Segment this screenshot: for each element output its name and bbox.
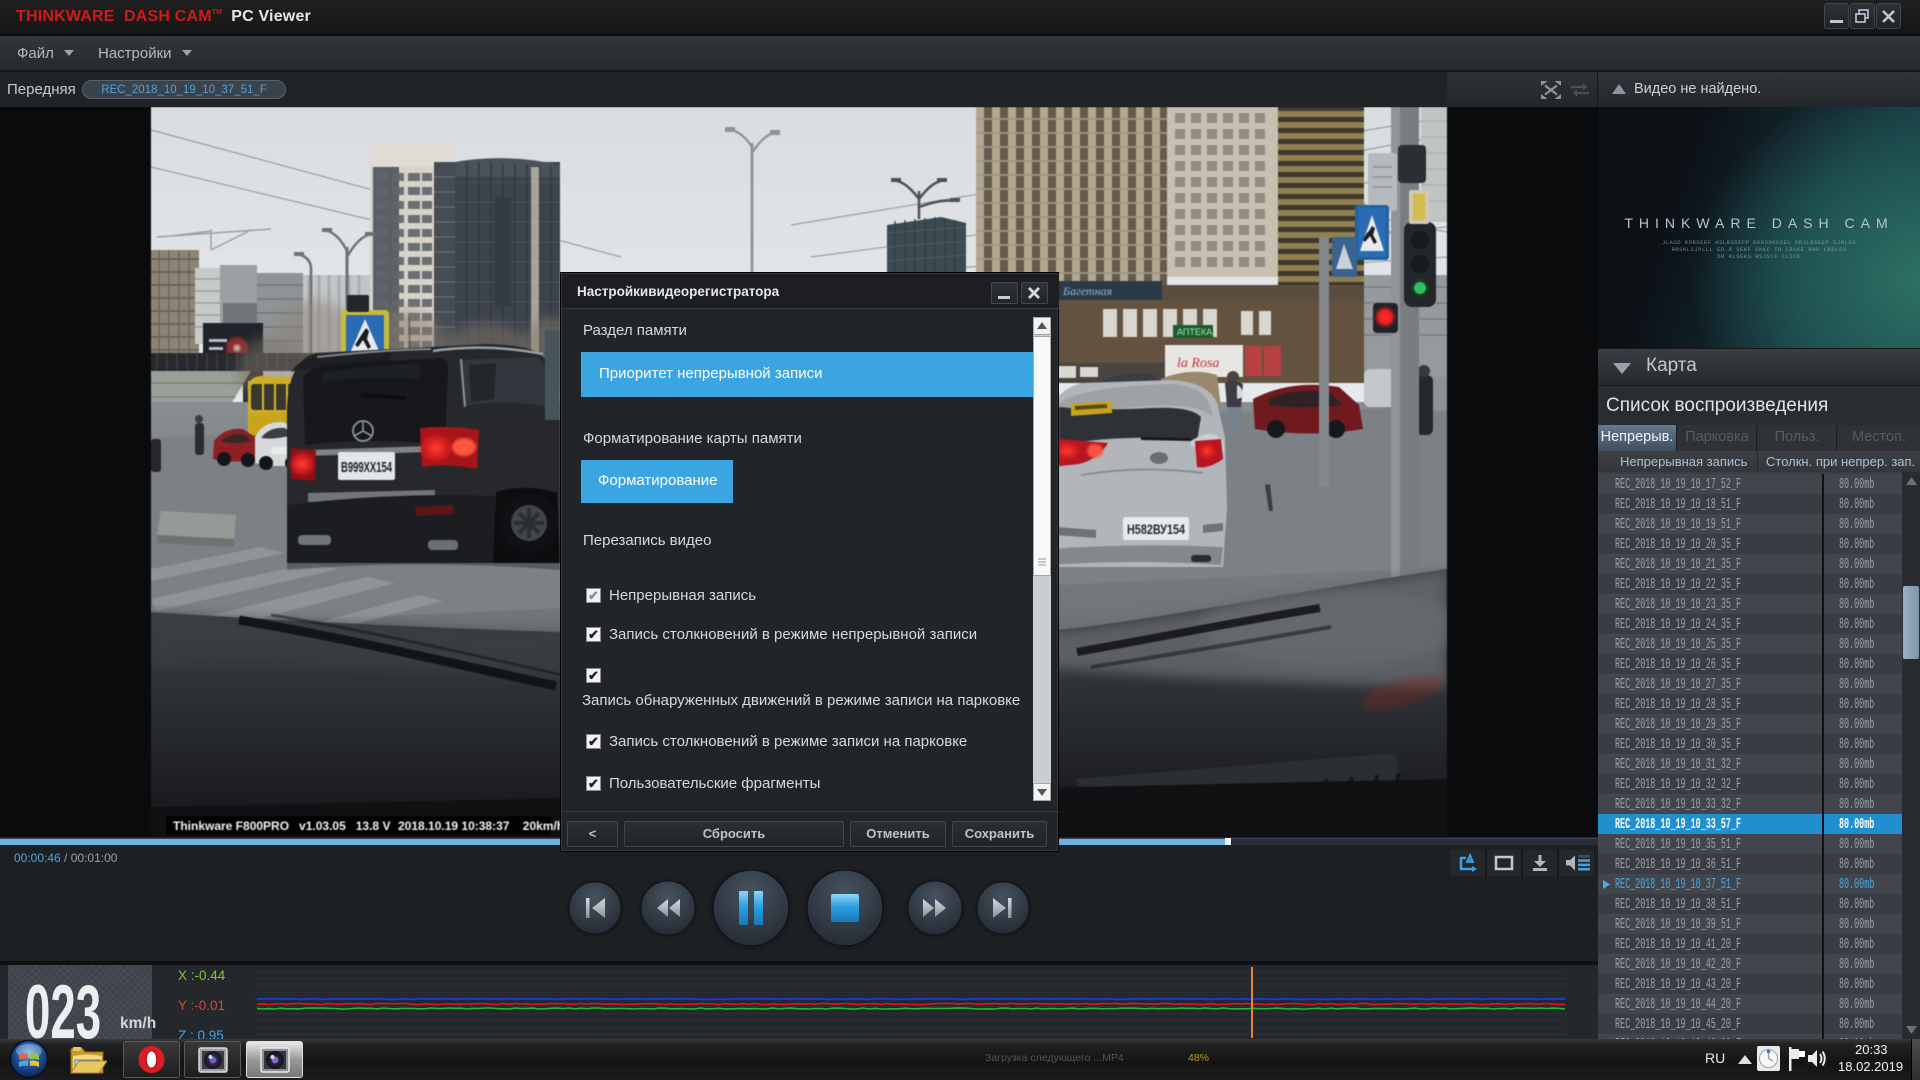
svg-text:В999ХХ154: В999ХХ154 (341, 459, 392, 476)
svg-text:2018.10.19 10:38:37 20km/h: 2018.10.19 10:38:37 20km/h (398, 819, 564, 833)
svg-text:Thinkware F800PRO v1.03.05: Thinkware F800PRO v1.03.05 13.8 V (173, 819, 390, 833)
svg-text:Багетная: Багетная (1062, 284, 1113, 298)
svg-text:АПТЕКА: АПТЕКА (1177, 327, 1212, 337)
svg-text:Н582ВУ154: Н582ВУ154 (1127, 521, 1185, 537)
svg-text:la Rosa: la Rosa (1177, 356, 1219, 371)
